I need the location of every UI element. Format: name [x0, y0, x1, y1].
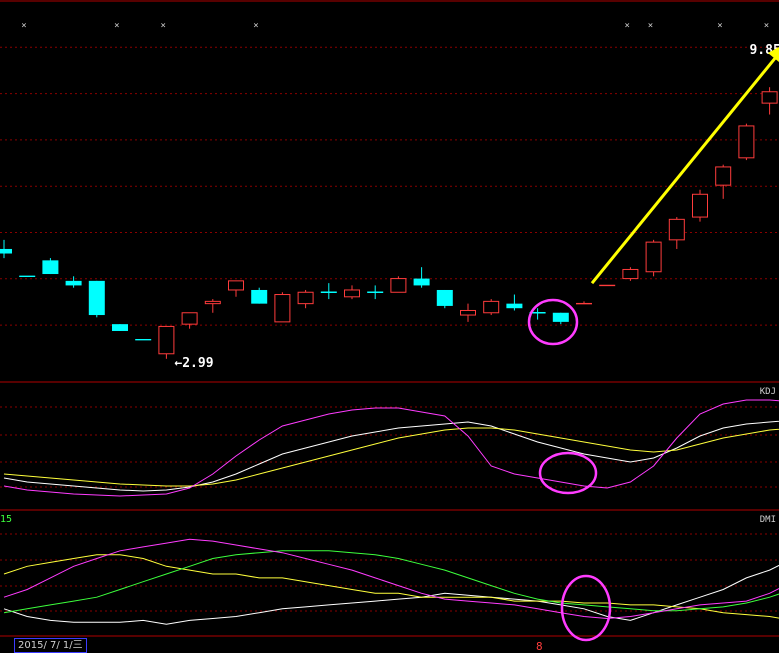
candle-body-up: [645, 241, 662, 273]
highlight-circles: [527, 298, 612, 642]
candle-body-up: [228, 280, 244, 291]
candle-body-up: [344, 289, 360, 298]
candle-body-up: [274, 294, 291, 323]
top-marker: ×: [21, 21, 26, 31]
top-marker: ×: [717, 21, 722, 31]
candle-body-up: [158, 325, 175, 355]
dmi-panel-grid: [0, 533, 779, 637]
dmi-line-3: [3, 538, 779, 620]
candle-body-down: [65, 280, 82, 286]
candle-body-down: [88, 280, 105, 316]
candle-body-up: [204, 300, 221, 305]
chart-stage: × × × × × × × × ←2.999.85→ KDJ DMI 15 8: [0, 0, 779, 653]
kdj-panel-grid: [0, 406, 779, 511]
candlestick-series: [0, 87, 778, 359]
candle-body-up: [715, 166, 732, 186]
kdj-lines: [3, 399, 779, 497]
candle-body-down: [42, 260, 59, 275]
top-marker: ×: [648, 21, 653, 31]
candle-body-up: [181, 312, 198, 325]
candle-body-up: [390, 278, 407, 293]
candle-body-down: [413, 278, 430, 286]
candle-body-down: [506, 303, 523, 309]
top-marker: ×: [764, 21, 769, 31]
dmi-lines: [3, 538, 779, 625]
kdj-label: KDJ: [760, 387, 776, 397]
top-marker: ×: [160, 21, 165, 31]
dmi-line-1: [3, 554, 779, 619]
low-price-label: ←2.99: [174, 356, 213, 371]
candle-body-down: [251, 289, 268, 304]
candle-body-up: [483, 300, 500, 314]
candle-body-up: [668, 218, 685, 241]
candle-body-up: [761, 91, 778, 104]
candle-body-down: [112, 324, 128, 331]
date-cursor-label: 2015/ 7/ 1/三: [14, 638, 87, 653]
dmi-left-label: 15: [0, 514, 12, 525]
panel-labels: KDJ DMI 15 8: [0, 387, 776, 653]
trend-arrow-shaft: [590, 52, 779, 285]
bottom-number: 8: [536, 640, 543, 653]
candle-body-down: [0, 248, 12, 254]
top-markers: × × × × × × × ×: [21, 21, 769, 31]
candle-body-up: [622, 268, 639, 280]
dmi-label: DMI: [760, 515, 776, 525]
candle-body-down: [436, 289, 453, 306]
candle-body-up: [738, 125, 755, 159]
candle-body-up: [460, 309, 476, 316]
candle-body-down: [552, 312, 569, 322]
top-marker: ×: [624, 21, 629, 31]
main-annotations: ←2.999.85→: [174, 43, 779, 371]
highlight-circle-kdj: [538, 451, 598, 495]
kdj-line-2: [3, 399, 779, 497]
top-marker: ×: [114, 21, 119, 31]
candle-body-up: [297, 291, 314, 305]
highlight-circle-main: [527, 298, 579, 346]
top-marker: ×: [253, 21, 258, 31]
candle-body-up: [692, 193, 708, 218]
